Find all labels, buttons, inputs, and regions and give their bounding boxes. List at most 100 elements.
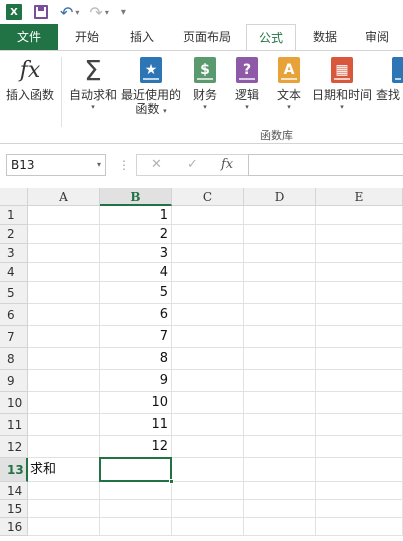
cell-b11[interactable]: 11 <box>100 414 172 436</box>
insert-function-button[interactable]: fx 插入函数 <box>4 55 56 103</box>
cell-a7[interactable] <box>28 326 100 348</box>
recently-used-button[interactable]: ★ 最近使用的 函数 ▾ <box>120 55 182 116</box>
cell-d3[interactable] <box>244 244 316 263</box>
cell-d16[interactable] <box>244 518 316 536</box>
row-header-4[interactable]: 4 <box>0 263 28 282</box>
formula-input[interactable] <box>248 154 403 176</box>
worksheet-grid[interactable]: A B C D E 1 1 2 2 3 3 4 4 5 5 6 6 7 7 8 8 9 9 10 10 11 11 12 12 13 求和 1… <box>0 188 403 541</box>
cell-d10[interactable] <box>244 392 316 414</box>
row-header-15[interactable]: 15 <box>0 500 28 518</box>
tab-page-layout[interactable]: 页面布局 <box>172 24 242 50</box>
cell-c6[interactable] <box>172 304 244 326</box>
row-header-2[interactable]: 2 <box>0 225 28 244</box>
cell-c16[interactable] <box>172 518 244 536</box>
cell-b1[interactable]: 1 <box>100 206 172 225</box>
row-header-9[interactable]: 9 <box>0 370 28 392</box>
cell-d6[interactable] <box>244 304 316 326</box>
cell-c9[interactable] <box>172 370 244 392</box>
cell-d2[interactable] <box>244 225 316 244</box>
redo-icon[interactable]: ↷ ▾ <box>89 0 108 24</box>
fill-handle[interactable] <box>169 479 174 484</box>
cell-e5[interactable] <box>316 282 403 304</box>
cell-e1[interactable] <box>316 206 403 225</box>
column-header-a[interactable]: A <box>28 188 100 206</box>
customize-qat-icon[interactable]: ▾ <box>121 0 126 24</box>
cell-e8[interactable] <box>316 348 403 370</box>
column-header-c[interactable]: C <box>172 188 244 206</box>
cell-a2[interactable] <box>28 225 100 244</box>
cell-b16[interactable] <box>100 518 172 536</box>
cell-e12[interactable] <box>316 436 403 458</box>
row-header-5[interactable]: 5 <box>0 282 28 304</box>
cell-b7[interactable]: 7 <box>100 326 172 348</box>
cell-c14[interactable] <box>172 482 244 500</box>
cell-d4[interactable] <box>244 263 316 282</box>
cell-d13[interactable] <box>244 458 316 482</box>
row-header-8[interactable]: 8 <box>0 348 28 370</box>
cell-b15[interactable] <box>100 500 172 518</box>
cell-e11[interactable] <box>316 414 403 436</box>
cell-c7[interactable] <box>172 326 244 348</box>
name-box[interactable]: B13 ▾ <box>6 154 106 176</box>
cell-d12[interactable] <box>244 436 316 458</box>
column-header-b[interactable]: B <box>100 188 172 206</box>
cell-d11[interactable] <box>244 414 316 436</box>
cell-b3[interactable]: 3 <box>100 244 172 263</box>
cell-e10[interactable] <box>316 392 403 414</box>
resize-dots-icon[interactable]: ⋮ <box>118 158 130 172</box>
cell-a11[interactable] <box>28 414 100 436</box>
cell-e15[interactable] <box>316 500 403 518</box>
cell-e13[interactable] <box>316 458 403 482</box>
cell-e3[interactable] <box>316 244 403 263</box>
tab-file[interactable]: 文件 <box>0 24 58 50</box>
cell-b6[interactable]: 6 <box>100 304 172 326</box>
cell-e7[interactable] <box>316 326 403 348</box>
cell-a8[interactable] <box>28 348 100 370</box>
row-header-10[interactable]: 10 <box>0 392 28 414</box>
cell-c13[interactable] <box>172 458 244 482</box>
cell-c15[interactable] <box>172 500 244 518</box>
cell-c4[interactable] <box>172 263 244 282</box>
cell-d9[interactable] <box>244 370 316 392</box>
cell-b5[interactable]: 5 <box>100 282 172 304</box>
select-all-corner[interactable] <box>0 188 28 206</box>
column-header-d[interactable]: D <box>244 188 316 206</box>
cell-d5[interactable] <box>244 282 316 304</box>
cell-a15[interactable] <box>28 500 100 518</box>
row-header-14[interactable]: 14 <box>0 482 28 500</box>
row-header-16[interactable]: 16 <box>0 518 28 536</box>
cell-b8[interactable]: 8 <box>100 348 172 370</box>
cell-a10[interactable] <box>28 392 100 414</box>
tab-formulas[interactable]: 公式 <box>246 24 296 51</box>
cell-d7[interactable] <box>244 326 316 348</box>
cell-c3[interactable] <box>172 244 244 263</box>
text-button[interactable]: A 文本 ▾ <box>270 55 308 112</box>
row-header-3[interactable]: 3 <box>0 244 28 263</box>
cell-e14[interactable] <box>316 482 403 500</box>
tab-home[interactable]: 开始 <box>62 24 112 50</box>
row-header-11[interactable]: 11 <box>0 414 28 436</box>
tab-review[interactable]: 审阅 <box>352 24 402 50</box>
cell-a14[interactable] <box>28 482 100 500</box>
cell-e6[interactable] <box>316 304 403 326</box>
cell-d1[interactable] <box>244 206 316 225</box>
autosum-button[interactable]: Σ 自动求和 ▾ <box>66 54 120 112</box>
logical-button[interactable]: ? 逻辑 ▾ <box>228 55 266 112</box>
row-header-13[interactable]: 13 <box>0 458 28 482</box>
enter-icon[interactable]: ✓ <box>187 157 198 172</box>
cell-e4[interactable] <box>316 263 403 282</box>
cell-c11[interactable] <box>172 414 244 436</box>
cell-a3[interactable] <box>28 244 100 263</box>
cell-a6[interactable] <box>28 304 100 326</box>
cell-b2[interactable]: 2 <box>100 225 172 244</box>
save-icon[interactable] <box>22 0 48 24</box>
row-header-6[interactable]: 6 <box>0 304 28 326</box>
cell-a13[interactable]: 求和 <box>28 458 100 482</box>
cell-e16[interactable] <box>316 518 403 536</box>
tab-insert[interactable]: 插入 <box>116 24 168 50</box>
cell-b9[interactable]: 9 <box>100 370 172 392</box>
cell-c10[interactable] <box>172 392 244 414</box>
cell-a4[interactable] <box>28 263 100 282</box>
cell-c2[interactable] <box>172 225 244 244</box>
cell-c8[interactable] <box>172 348 244 370</box>
